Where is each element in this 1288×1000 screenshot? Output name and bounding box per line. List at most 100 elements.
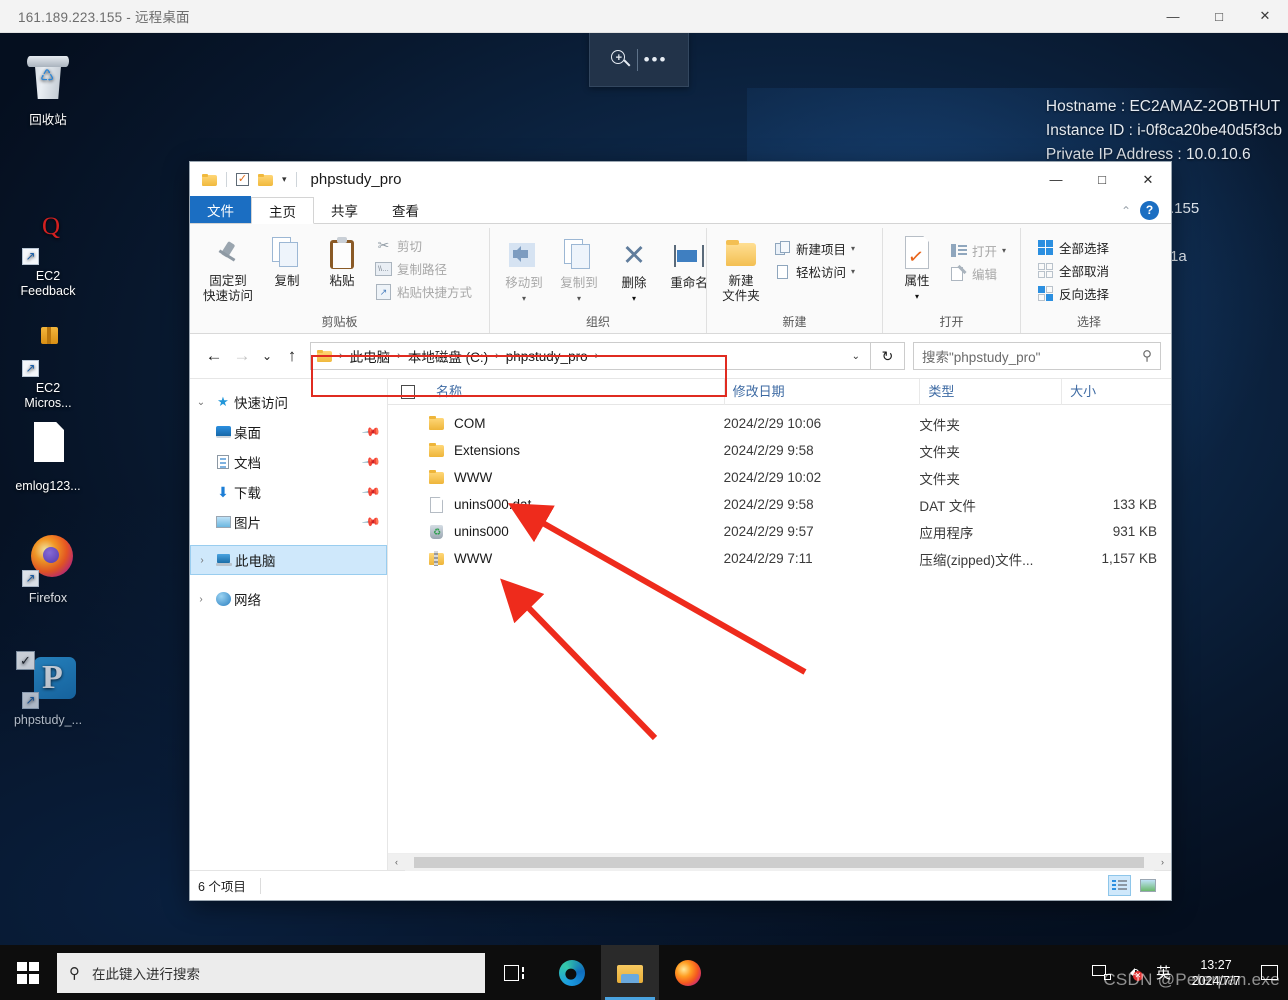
tab-share[interactable]: 共享 [314,196,375,223]
paste-shortcut-button[interactable]: ↗ 粘贴快捷方式 [371,281,476,302]
copy-path-button[interactable]: \\… 复制路径 [371,258,476,279]
open-button[interactable]: 打开 ▾ [946,240,1010,261]
rdp-close-button[interactable]: ✕ [1242,0,1288,33]
column-header-name[interactable]: 名称 [428,379,724,405]
table-row[interactable]: ♻ unins000 2024/2/29 9:57 应用程序 931 KB [388,518,1171,545]
select-all-button[interactable]: 全部选择 [1033,237,1113,258]
breadcrumb-this-pc[interactable]: 此电脑 [347,346,394,366]
chevron-down-icon[interactable]: ▾ [851,267,855,276]
chevron-right-icon[interactable]: › [190,594,212,605]
select-all-checkbox[interactable] [388,384,428,399]
tab-file[interactable]: 文件 [190,196,251,223]
search-icon[interactable]: ⚲ [1142,348,1152,364]
taskbar[interactable]: ⚲ 在此键入进行搜索 ✕ 英 13:27 2024/7/7 [0,945,1288,1000]
address-dropdown-icon[interactable]: ⌄ [852,351,864,362]
navigation-pane[interactable]: ⌄ ★ 快速访问 桌面 📌 文档 📌 ⬇ 下载 📌 图片 📌 › 此电脑 › 网… [190,379,388,870]
chevron-down-icon[interactable]: ▾ [915,289,919,304]
scrollbar-track[interactable] [405,853,1154,871]
nav-quick-access[interactable]: ⌄ ★ 快速访问 [190,387,387,417]
copy-button[interactable]: 复制 [261,232,313,291]
collapse-ribbon-icon[interactable]: ⌃ [1121,204,1131,218]
select-none-button[interactable]: 全部取消 [1033,260,1113,281]
rdp-minimize-button[interactable]: — [1150,0,1196,33]
large-icons-view-button[interactable] [1136,875,1159,896]
pin-to-quick-access-button[interactable]: 固定到 快速访问 [198,232,258,306]
explorer-minimize-button[interactable]: — [1033,162,1079,197]
tab-view[interactable]: 查看 [375,196,436,223]
scroll-right-button[interactable]: › [1154,853,1171,871]
chevron-down-icon[interactable]: ▾ [632,291,636,306]
refresh-button[interactable]: ↻ [871,342,905,370]
zoom-in-icon[interactable]: + [610,49,631,70]
invert-selection-button[interactable]: 反向选择 [1033,283,1113,304]
table-row[interactable]: WWW 2024/2/29 7:11 压缩(zipped)文件... 1,157… [388,545,1171,572]
details-view-button[interactable] [1108,875,1131,896]
quick-access-toolbar[interactable]: ✓ ▾ [190,172,297,187]
copy-to-button[interactable]: 复制到 ▾ [553,234,605,308]
forward-button[interactable]: → [228,342,256,370]
easy-access-button[interactable]: 轻松访问 ▾ [770,261,859,282]
table-row[interactable]: Extensions 2024/2/29 9:58 文件夹 [388,437,1171,464]
taskbar-item-edge[interactable] [543,945,601,1000]
help-icon[interactable]: ? [1140,201,1159,220]
cut-button[interactable]: ✂ 剪切 [371,235,476,256]
recent-locations-button[interactable]: ⌄ [256,342,278,370]
nav-documents[interactable]: 文档 📌 [190,447,387,477]
pin-icon[interactable]: 📌 [361,482,381,502]
breadcrumb-phpstudy-pro[interactable]: phpstudy_pro [503,349,591,364]
back-button[interactable]: ← [200,342,228,370]
column-header-type[interactable]: 类型 [919,378,1061,405]
rdp-connection-bar[interactable]: + ••• [589,33,689,87]
taskbar-search-input[interactable]: ⚲ 在此键入进行搜索 [57,952,485,993]
delete-button[interactable]: ✕ 删除 ▾ [608,234,660,308]
edit-button[interactable]: 编辑 [946,263,1010,284]
chevron-down-icon[interactable]: ▾ [1002,246,1006,255]
chevron-down-icon[interactable]: ▾ [851,244,855,253]
new-folder-button[interactable]: 新建 文件夹 [715,232,767,306]
chevron-down-icon[interactable]: ▾ [577,291,581,306]
table-row[interactable]: COM 2024/2/29 10:06 文件夹 [388,410,1171,437]
horizontal-scrollbar[interactable]: ‹ › [388,853,1171,871]
properties-button[interactable]: ✓ 属性 ▾ [891,232,943,306]
start-button[interactable] [0,945,56,1000]
up-button[interactable]: ↑ [278,342,306,370]
nav-downloads[interactable]: ⬇ 下载 📌 [190,477,387,507]
breadcrumb-local-disk[interactable]: 本地磁盘 (C:) [405,346,491,366]
desktop-icon-emlog123[interactable]: emlog123... [0,421,96,494]
table-row[interactable]: unins000.dat 2024/2/29 9:58 DAT 文件 133 K… [388,491,1171,518]
desktop-icon-phpstudy[interactable]: P ✓ ↗ phpstudy_... [0,651,96,728]
nav-desktop[interactable]: 桌面 📌 [190,417,387,447]
new-item-button[interactable]: 新建项目 ▾ [770,238,859,259]
desktop-icon-firefox[interactable]: ↗ Firefox [0,533,96,606]
task-view-button[interactable] [485,945,543,1000]
paste-button[interactable]: 粘贴 [316,232,368,291]
chevron-down-icon[interactable]: ▾ [282,174,287,185]
taskbar-item-file-explorer[interactable] [601,945,659,1000]
chevron-down-icon[interactable]: ⌄ [190,397,212,408]
explorer-close-button[interactable]: ✕ [1125,162,1171,197]
more-options-icon[interactable]: ••• [644,51,668,68]
address-bar-row[interactable]: ← → ⌄ ↑ › 此电脑 › 本地磁盘 (C:) › phpstudy_pro… [190,334,1171,378]
search-input[interactable]: 搜索"phpstudy_pro" ⚲ [913,342,1161,370]
file-list-pane[interactable]: 名称 修改日期 类型 大小 COM 2024/2/29 10:06 文件夹 Ex… [388,378,1171,871]
scrollbar-thumb[interactable] [414,856,1144,868]
ribbon-tabs[interactable]: 文件 主页 共享 查看 ⌃ ? [190,196,1171,224]
rdp-maximize-button[interactable]: □ [1196,0,1242,33]
move-to-button[interactable]: 移动到 ▾ [498,234,550,308]
pin-icon[interactable]: 📌 [361,452,381,472]
new-folder-quick-icon[interactable] [258,173,273,186]
chevron-right-icon[interactable]: › [191,555,213,566]
pin-icon[interactable]: 📌 [361,422,381,442]
file-explorer-window[interactable]: ✓ ▾ phpstudy_pro — □ ✕ 文件 主页 共享 查看 ⌃ ? 固… [189,161,1172,901]
file-rows[interactable]: COM 2024/2/29 10:06 文件夹 Extensions 2024/… [388,405,1171,853]
column-header-date[interactable]: 修改日期 [723,378,920,405]
chevron-down-icon[interactable]: ▾ [522,291,526,306]
taskbar-item-firefox[interactable] [659,945,717,1000]
desktop-icon-ec2-microsoft[interactable]: ↗ EC2 Micros... [0,323,96,411]
column-header-size[interactable]: 大小 [1061,378,1171,405]
nav-network[interactable]: › 网络 [190,584,387,614]
explorer-maximize-button[interactable]: □ [1079,162,1125,197]
nav-this-pc[interactable]: › 此电脑 [190,545,387,575]
pin-icon[interactable]: 📌 [361,512,381,532]
nav-pictures[interactable]: 图片 📌 [190,507,387,537]
